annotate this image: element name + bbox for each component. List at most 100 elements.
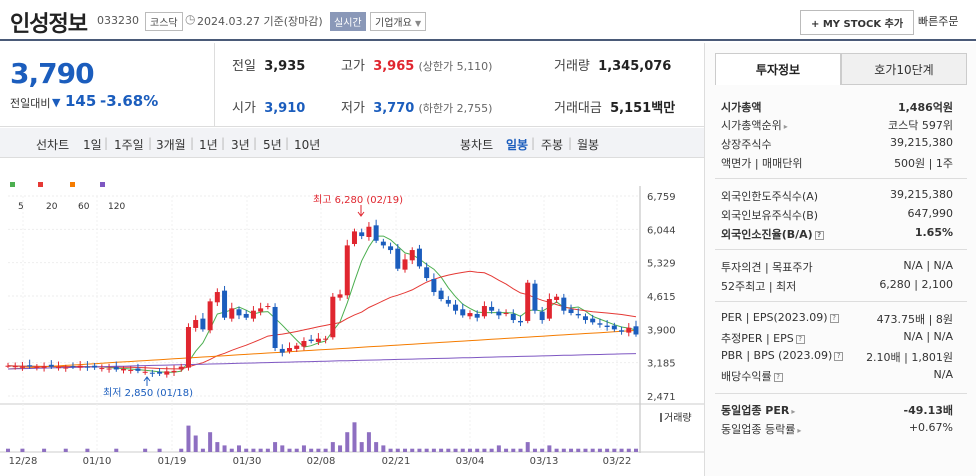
foreign-hold-row: 외국인보유주식수(B) 647,990 — [721, 205, 953, 223]
foreign-ratio-value: 1.65% — [914, 226, 953, 239]
add-mystock-button[interactable]: + MY STOCK 추가 — [800, 10, 915, 35]
face-value-label: 액면가 | 매매단위 — [721, 157, 803, 170]
prev-close: 전일 3,935 — [232, 55, 305, 74]
candle-body — [200, 318, 206, 330]
candle-body — [489, 306, 495, 311]
candle-body — [99, 368, 105, 370]
candle-body — [460, 309, 466, 316]
per-label: PER | EPS(2023.09)? — [721, 311, 839, 324]
volume-bar — [359, 442, 364, 452]
industry-per-row[interactable]: 동일업종 PER ▸ -49.13배 — [721, 400, 953, 418]
y-tick-label: 6,759 — [647, 192, 676, 203]
market-cap-rank-label: 시가총액순위 ▸ — [721, 117, 788, 133]
period-1d[interactable]: 1일 — [83, 136, 102, 153]
period-3m[interactable]: 3개월 — [156, 136, 186, 153]
candle-body — [315, 338, 321, 342]
candle-body — [279, 348, 285, 353]
candle-body — [438, 290, 444, 300]
candle-body — [149, 372, 155, 374]
volume-bar — [583, 448, 588, 452]
tab-investment-info[interactable]: 투자정보 — [715, 53, 841, 85]
separator: | — [568, 136, 573, 150]
help-icon[interactable]: ? — [834, 351, 844, 361]
separator: | — [285, 136, 290, 150]
candle-body — [48, 364, 54, 367]
quick-order-button[interactable]: 빠른주문 — [918, 13, 958, 29]
volume-bar — [605, 448, 610, 452]
volume-bar — [215, 442, 220, 452]
company-overview-dropdown[interactable]: 기업개요 ▼ — [370, 12, 427, 31]
period-1w[interactable]: 1주일 — [114, 136, 144, 153]
candle-body — [496, 311, 502, 316]
legend-ma20-label: 20 — [46, 202, 58, 212]
period-10y[interactable]: 10년 — [294, 136, 320, 153]
candle-weekly[interactable]: 주봉 — [541, 136, 563, 153]
volume-bar — [330, 442, 335, 452]
period-1y[interactable]: 1년 — [199, 136, 218, 153]
candle-body — [373, 225, 379, 241]
legend-ma5: 5 — [10, 180, 24, 212]
open-price: 시가 3,910 — [232, 97, 305, 116]
candle-body — [34, 366, 40, 368]
volume-bar — [323, 448, 328, 452]
period-3y[interactable]: 3년 — [231, 136, 250, 153]
industry-rate-label: 동일업종 등락률 ▸ — [721, 421, 801, 437]
prev-compare-label: 전일대비 — [10, 97, 51, 110]
candle-body — [294, 345, 300, 349]
separator: | — [253, 136, 258, 150]
volume-bar — [381, 445, 386, 452]
current-price: 3,790 — [10, 57, 95, 90]
volume-bar — [316, 448, 321, 452]
market-cap-label: 시가총액 — [721, 101, 762, 114]
market-cap-rank-value: 코스닥 597위 — [888, 119, 953, 132]
tab-order-book[interactable]: 호가10단계 — [841, 53, 967, 85]
amount-unit: 백만 — [651, 101, 676, 116]
ma60-line — [7, 329, 637, 370]
volume-bar — [410, 448, 415, 452]
low-label: 저가 — [341, 101, 365, 116]
stock-name: 인성정보 — [10, 12, 88, 37]
realtime-button[interactable]: 실시간 — [330, 12, 366, 31]
candle-body — [56, 367, 62, 369]
candle-monthly[interactable]: 월봉 — [577, 136, 599, 153]
pbr-row: PBR | BPS (2023.09)? 2.10배 | 1,801원 — [721, 347, 953, 365]
volume-bar — [208, 432, 213, 452]
volume-bar — [157, 448, 162, 452]
volume-bar — [453, 448, 458, 452]
market-cap-rank-row[interactable]: 시가총액순위 ▸ 코스닥 597위 — [721, 115, 953, 133]
candle-daily[interactable]: 일봉 — [506, 136, 528, 153]
candle-body — [351, 231, 357, 244]
industry-per-label: 동일업종 PER ▸ — [721, 402, 795, 418]
candle-body — [120, 368, 126, 371]
candle-body — [207, 301, 213, 331]
opinion-value: N/A | N/A — [903, 259, 953, 272]
volume-bar — [446, 448, 451, 452]
help-icon[interactable]: ? — [814, 230, 824, 240]
help-icon[interactable]: ? — [795, 334, 805, 344]
dividend-text: 배당수익률 — [721, 370, 772, 383]
volume-bar — [554, 448, 559, 452]
open-label: 시가 — [232, 101, 256, 116]
candle-body — [323, 338, 329, 340]
x-tick-label: 03/04 — [456, 456, 485, 467]
separator: | — [104, 136, 109, 150]
industry-rate-row[interactable]: 동일업종 등락률 ▸ +0.67% — [721, 419, 953, 437]
prev-close-value: 3,935 — [264, 59, 306, 74]
period-5y[interactable]: 5년 — [263, 136, 282, 153]
help-icon[interactable]: ? — [773, 372, 783, 382]
candle-body — [77, 365, 83, 368]
candle-body — [474, 313, 480, 318]
volume-bar — [244, 448, 249, 452]
volume-value: 1,345,076 — [598, 59, 672, 74]
ma5-line — [7, 235, 637, 373]
foreign-limit-label: 외국인한도주식수(A) — [721, 190, 819, 203]
foreign-limit-value: 39,215,380 — [890, 188, 953, 201]
help-icon[interactable]: ? — [829, 313, 839, 323]
pbr-text: PBR | BPS (2023.09) — [721, 349, 833, 362]
price-summary: 3,790 전일대비 ▼ 145 -3.68% 전일 3,935 고가 3,96… — [0, 43, 704, 127]
dividend-label: 배당수익률? — [721, 368, 783, 384]
volume-label: 거래량 — [664, 412, 692, 424]
volume-bar — [576, 448, 581, 452]
candle-body — [395, 248, 401, 269]
candle-body — [12, 366, 18, 368]
